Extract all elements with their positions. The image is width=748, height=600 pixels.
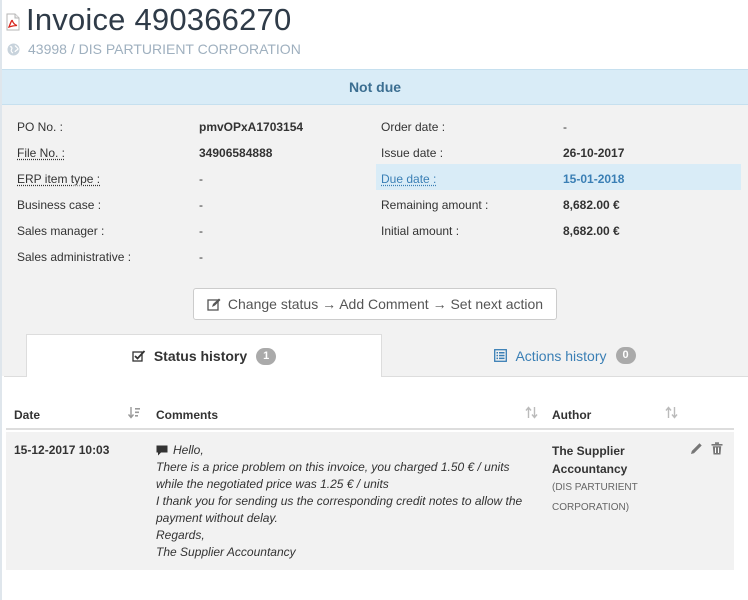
due-date-value: 15-01-2018 bbox=[563, 172, 625, 186]
invoice-details-panel: PO No. : pmvOPxA1703154 File No. : 34906… bbox=[2, 105, 748, 377]
erp-item-type-value: - bbox=[199, 172, 203, 186]
sort-descending-icon[interactable] bbox=[128, 406, 140, 419]
customer-subtitle: 43998 / DIS PARTURIENT CORPORATION bbox=[7, 40, 301, 58]
issue-date-value: 26-10-2017 bbox=[563, 146, 625, 160]
sales-administrative-value: - bbox=[199, 250, 203, 264]
author-org-line2: CORPORATION) bbox=[552, 502, 630, 513]
comment-line: Hello, bbox=[173, 443, 204, 457]
checkbox-check-icon bbox=[132, 350, 145, 362]
change-status-label: Change status → Add Comment → Set next a… bbox=[227, 296, 544, 312]
status-label: Not due bbox=[348, 79, 402, 95]
initial-amount-value: 8,682.00 € bbox=[563, 224, 620, 238]
actions-history-count-badge: 0 bbox=[615, 347, 636, 364]
comment-line: payment without delay. bbox=[156, 511, 278, 525]
sort-both-icon[interactable] bbox=[665, 406, 678, 419]
erp-item-type-label[interactable]: ERP item type : bbox=[17, 172, 100, 186]
row-actions bbox=[690, 442, 723, 455]
tab-status-history-label: Status history bbox=[153, 348, 248, 364]
invoice-number: 490366270 bbox=[134, 2, 292, 37]
comment-line: while the negotiated price was 1.25 € / … bbox=[156, 477, 389, 491]
comment-line: The Supplier Accountancy bbox=[156, 545, 296, 559]
row-comment: Hello, There is a price problem on this … bbox=[156, 442, 536, 561]
customer-link[interactable]: 43998 / DIS PARTURIENT CORPORATION bbox=[28, 41, 301, 57]
sales-administrative-label: Sales administrative : bbox=[17, 250, 132, 264]
comment-line: There is a price problem on this invoice… bbox=[156, 460, 510, 474]
comment-line: I thank you for sending us the correspon… bbox=[156, 494, 523, 508]
status-banner: Not due bbox=[2, 69, 748, 105]
status-history-count-badge: 1 bbox=[256, 347, 277, 365]
author-org-line1: (DIS PARTURIENT bbox=[552, 482, 638, 493]
row-author: The Supplier Accountancy (DIS PARTURIENT… bbox=[552, 442, 682, 518]
tab-actions-history[interactable]: Actions history 0 bbox=[382, 334, 748, 377]
change-status-button[interactable]: Change status → Add Comment → Set next a… bbox=[193, 288, 557, 320]
trash-icon[interactable] bbox=[711, 442, 723, 455]
order-date-value: - bbox=[563, 120, 567, 134]
invoice-header: Invoice 490366270 bbox=[6, 0, 291, 40]
status-history-table-header: Date Comments Author bbox=[6, 400, 734, 430]
initial-amount-label: Initial amount : bbox=[381, 224, 460, 238]
column-header-author[interactable]: Author bbox=[552, 408, 591, 422]
list-icon bbox=[494, 349, 508, 362]
page-title: Invoice 490366270 bbox=[26, 2, 291, 38]
po-number-value: pmvOPxA1703154 bbox=[199, 120, 304, 134]
column-header-date[interactable]: Date bbox=[14, 408, 40, 422]
sort-both-icon[interactable] bbox=[525, 406, 538, 419]
title-prefix: Invoice bbox=[26, 2, 126, 37]
po-number-label: PO No. : bbox=[17, 120, 64, 134]
comment-icon bbox=[156, 445, 168, 456]
tab-status-history[interactable]: Status history 1 bbox=[26, 334, 382, 377]
file-number-label[interactable]: File No. : bbox=[17, 146, 65, 160]
issue-date-label: Issue date : bbox=[381, 146, 444, 160]
file-number-value: 34906584888 bbox=[199, 146, 273, 160]
comment-line: Regards, bbox=[156, 528, 205, 542]
edit-icon bbox=[207, 298, 221, 311]
business-case-label: Business case : bbox=[17, 198, 102, 212]
pencil-icon[interactable] bbox=[690, 442, 703, 455]
tab-actions-history-label: Actions history bbox=[515, 347, 607, 364]
remaining-amount-label: Remaining amount : bbox=[381, 198, 489, 212]
order-date-label: Order date : bbox=[381, 120, 446, 134]
due-date-label: Due date : bbox=[381, 172, 437, 186]
remaining-amount-value: 8,682.00 € bbox=[563, 198, 620, 212]
row-date: 15-12-2017 10:03 bbox=[14, 443, 110, 457]
business-case-value: - bbox=[199, 198, 203, 212]
author-name-line1: The Supplier bbox=[552, 444, 625, 458]
pdf-icon[interactable] bbox=[6, 13, 20, 31]
author-name-line2: Accountancy bbox=[552, 462, 628, 476]
column-header-comments[interactable]: Comments bbox=[156, 408, 218, 422]
sales-manager-label: Sales manager : bbox=[17, 224, 105, 238]
sales-manager-value: - bbox=[199, 224, 203, 238]
table-row: 15-12-2017 10:03 Hello, There is a price… bbox=[6, 432, 734, 570]
globe-icon bbox=[7, 43, 20, 55]
